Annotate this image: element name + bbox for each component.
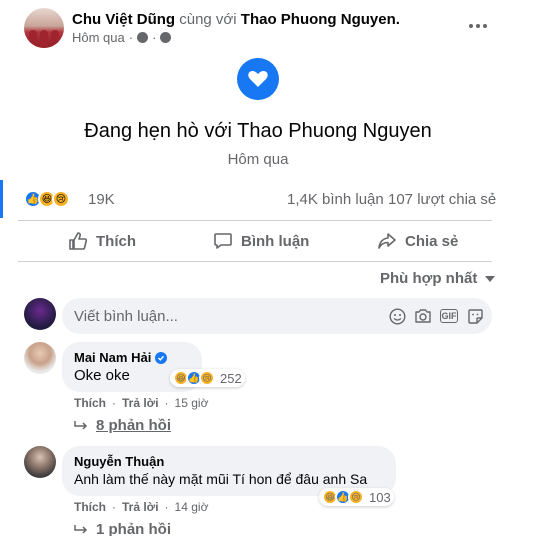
comment-count[interactable]: 1,4K bình luận xyxy=(287,191,384,208)
post-author-line: Chu Việt Dũng cùng với Thao Phuong Nguye… xyxy=(72,11,400,28)
commenter-avatar[interactable] xyxy=(24,342,56,374)
share-count[interactable]: 107 lượt chia sẻ xyxy=(388,191,496,208)
clock-icon xyxy=(137,32,149,43)
post-actions: Thích Bình luận Chia sẻ xyxy=(18,222,492,260)
camera-icon[interactable] xyxy=(414,307,432,325)
comment-reactions[interactable]: 😆 👍 😢 103 xyxy=(319,488,394,506)
reaction-icons[interactable]: 👍 😆 😢 xyxy=(24,190,70,208)
caret-down-icon xyxy=(485,275,496,282)
with-word: cùng với xyxy=(179,11,237,28)
comment-time[interactable]: 15 giờ xyxy=(175,396,209,410)
comment-item: Mai Nam Hải Oke oke 😆 👍 😢 252 Thích · Tr… xyxy=(24,342,494,436)
comment-links: Thích · Trả lời · 14 giờ xyxy=(74,500,209,514)
sad-reaction-icon: 😢 xyxy=(348,489,364,505)
divider xyxy=(18,261,492,262)
divider xyxy=(18,220,492,221)
gif-icon[interactable]: GIF xyxy=(440,309,458,323)
life-event: Đang hẹn hò với Thao Phuong Nguyen Hôm q… xyxy=(0,58,516,168)
comment-sort-dropdown[interactable]: Phù hợp nhất xyxy=(380,270,496,287)
like-button[interactable]: Thích xyxy=(68,222,136,260)
comment-placeholder: Viết bình luận... xyxy=(74,308,178,325)
comment-like-link[interactable]: Thích xyxy=(74,396,106,410)
like-label: Thích xyxy=(96,232,136,250)
verified-badge-icon xyxy=(155,351,168,364)
author-avatar[interactable] xyxy=(24,8,64,48)
more-options-button[interactable] xyxy=(464,14,492,38)
view-replies-button[interactable]: 8 phản hồi xyxy=(74,417,171,434)
sticker-icon[interactable] xyxy=(466,307,484,325)
sad-reaction-icon: 😢 xyxy=(52,190,70,208)
commenter-name[interactable]: Nguyễn Thuận xyxy=(74,454,164,469)
sad-reaction-icon: 😢 xyxy=(199,370,215,386)
heart-icon xyxy=(237,58,279,100)
comment-time[interactable]: 14 giờ xyxy=(175,500,209,514)
post-header: Chu Việt Dũng cùng với Thao Phuong Nguye… xyxy=(18,8,498,48)
more-horizontal-icon xyxy=(469,24,473,28)
reaction-count[interactable]: 19K xyxy=(88,191,115,208)
comment-reaction-count: 252 xyxy=(220,370,242,386)
comment-composer: Viết bình luận... GIF xyxy=(24,298,494,334)
replies-label: 1 phản hồi xyxy=(96,521,171,536)
author-name[interactable]: Chu Việt Dũng xyxy=(72,11,175,28)
comment-like-link[interactable]: Thích xyxy=(74,500,106,514)
user-avatar[interactable] xyxy=(24,298,56,330)
privacy-icon[interactable] xyxy=(160,32,172,43)
post-meta: Hôm qua · · xyxy=(72,30,172,45)
comment-reactions[interactable]: 😆 👍 😢 252 xyxy=(170,369,245,387)
thumbs-up-icon xyxy=(69,232,88,250)
reply-arrow-icon xyxy=(74,420,88,430)
commenter-name-row: Mai Nam Hải xyxy=(74,350,190,365)
reply-arrow-icon xyxy=(74,524,88,534)
sort-label: Phù hợp nhất xyxy=(380,270,478,287)
life-event-date: Hôm qua xyxy=(227,151,289,168)
tagged-name[interactable]: Thao Phuong Nguyen xyxy=(241,11,396,28)
focus-indicator xyxy=(0,180,3,218)
reaction-summary: 👍 😆 😢 19K 1,4K bình luận 107 lượt chia s… xyxy=(0,180,516,218)
share-label: Chia sẻ xyxy=(405,232,459,250)
comment-input[interactable]: Viết bình luận... GIF xyxy=(62,298,492,334)
comment-reaction-count: 103 xyxy=(369,489,391,505)
comment-links: Thích · Trả lời · 15 giờ xyxy=(74,396,209,410)
comment-text: Anh làm thế này mặt mũi Tí hon để đâu an… xyxy=(74,471,368,487)
share-icon xyxy=(378,233,396,249)
post-time[interactable]: Hôm qua xyxy=(72,30,125,45)
emoji-icon[interactable] xyxy=(388,307,406,325)
comment-reply-link[interactable]: Trả lời xyxy=(122,396,159,410)
comment-reply-link[interactable]: Trả lời xyxy=(122,500,159,514)
commenter-avatar[interactable] xyxy=(24,446,56,478)
comment-item: Nguyễn Thuận Anh làm thế này mặt mũi Tí … xyxy=(24,446,494,536)
commenter-name[interactable]: Mai Nam Hải xyxy=(74,350,151,365)
life-event-title: Đang hẹn hò với Thao Phuong Nguyen xyxy=(84,120,432,142)
replies-label: 8 phản hồi xyxy=(96,417,171,434)
composer-tools: GIF xyxy=(388,307,484,325)
comment-icon xyxy=(214,233,232,249)
view-replies-button[interactable]: 1 phản hồi xyxy=(74,521,171,536)
share-button[interactable]: Chia sẻ xyxy=(377,222,458,260)
commenter-name-row: Nguyễn Thuận xyxy=(74,454,384,469)
comment-label: Bình luận xyxy=(241,232,310,250)
